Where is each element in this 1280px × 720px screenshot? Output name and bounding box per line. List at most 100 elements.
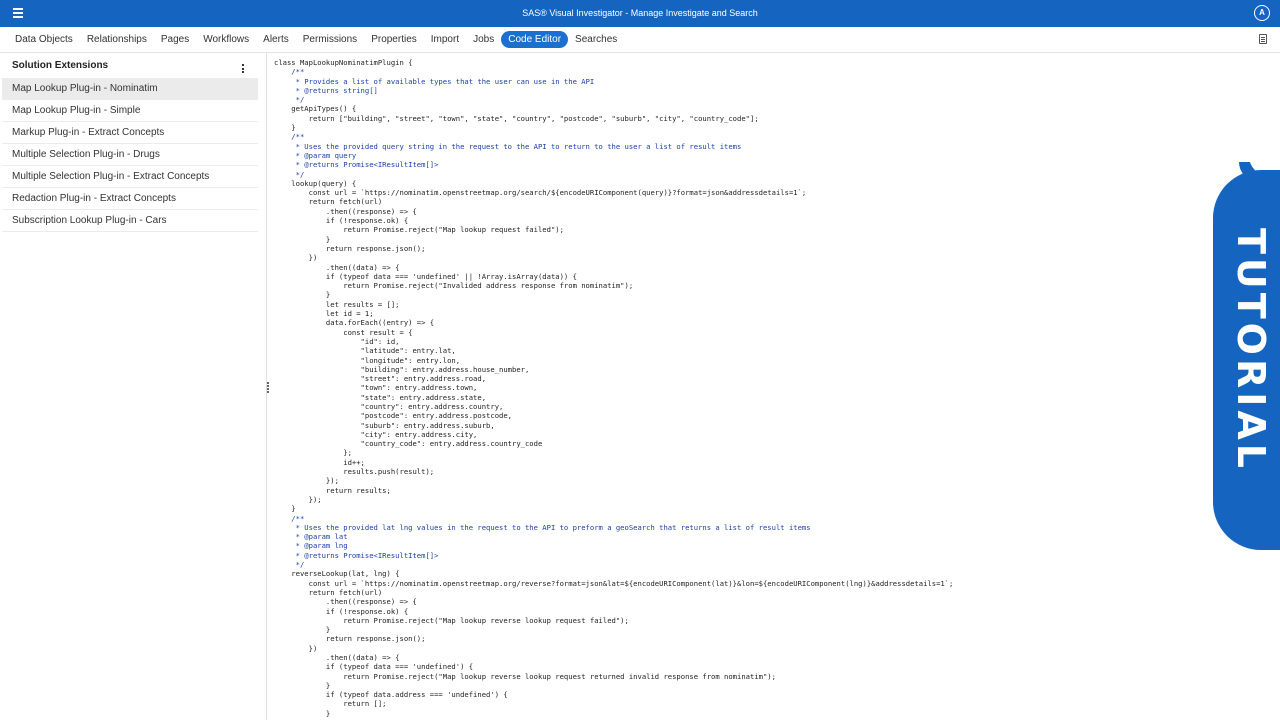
list-item[interactable]: Multiple Selection Plug-in - Drugs — [2, 144, 258, 166]
code-line: lookup(query) { — [274, 178, 357, 188]
code-line: const url = `https://nominatim.openstree… — [274, 578, 954, 588]
code-line: return ["building", "street", "town", "s… — [274, 113, 759, 123]
code-line: /** — [274, 67, 305, 77]
code-line: let results = []; — [274, 299, 400, 309]
tab-import[interactable]: Import — [424, 31, 466, 48]
code-line: return results; — [274, 485, 391, 495]
tab-data-objects[interactable]: Data Objects — [8, 31, 80, 48]
code-line: "street": entry.address.road, — [274, 374, 487, 384]
code-line: return Promise.reject("Map lookup revers… — [274, 671, 776, 681]
extension-list: Map Lookup Plug-in - Nominatim Map Looku… — [2, 78, 258, 232]
code-line: .then((response) => { — [274, 206, 417, 216]
code-line: "building": entry.address.house_number, — [274, 364, 530, 374]
code-line: }) — [274, 643, 318, 653]
code-line: "id": id, — [274, 336, 400, 346]
code-line: */ — [274, 95, 305, 105]
list-item[interactable]: Subscription Lookup Plug-in - Cars — [2, 210, 258, 232]
code-line: if (typeof data === 'undefined' || !Arra… — [274, 271, 577, 281]
code-line: return Promise.reject("Map lookup revers… — [274, 615, 629, 625]
tab-permissions[interactable]: Permissions — [296, 31, 364, 48]
code-line: } — [274, 708, 331, 718]
solution-extensions-panel: Solution Extensions Map Lookup Plug-in -… — [0, 53, 267, 720]
code-line: * Uses the provided lat lng values in th… — [274, 522, 811, 532]
list-item[interactable]: Redaction Plug-in - Extract Concepts — [2, 188, 258, 210]
tutorial-label: TUTORIAL — [1229, 227, 1273, 473]
code-line: */ — [274, 169, 305, 179]
code-line: if (typeof data === 'undefined') { — [274, 662, 474, 672]
code-line: if (!response.ok) { — [274, 606, 409, 616]
code-line: /** — [274, 513, 305, 523]
code-content: class MapLookupNominatimPlugin { /** * P… — [274, 58, 953, 718]
list-item[interactable]: Map Lookup Plug-in - Simple — [2, 100, 258, 122]
code-line: "state": entry.address.state, — [274, 392, 487, 402]
code-line: "latitude": entry.lat, — [274, 346, 456, 356]
code-line: } — [274, 680, 331, 690]
panel-title: Solution Extensions — [12, 60, 109, 71]
code-line: */ — [274, 560, 305, 570]
code-line: * @returns Promise<IResultItem[]> — [274, 160, 439, 170]
code-line: * Uses the provided query string in the … — [274, 141, 742, 151]
tab-pages[interactable]: Pages — [154, 31, 196, 48]
tab-properties[interactable]: Properties — [364, 31, 424, 48]
tab-relationships[interactable]: Relationships — [80, 31, 154, 48]
code-line: id++; — [274, 457, 365, 467]
tab-workflows[interactable]: Workflows — [196, 31, 256, 48]
code-line: getApiTypes() { — [274, 104, 357, 114]
tutorial-badge: TUTORIAL — [1213, 170, 1280, 550]
code-line: * @returns string[] — [274, 85, 378, 95]
app-title: SAS® Visual Investigator - Manage Invest… — [522, 8, 758, 18]
code-line: .then((data) => { — [274, 262, 400, 272]
code-line: results.push(result); — [274, 467, 435, 477]
code-line: * @param query — [274, 150, 357, 160]
list-item[interactable]: Markup Plug-in - Extract Concepts — [2, 122, 258, 144]
code-line: .then((data) => { — [274, 653, 400, 662]
code-editor[interactable]: class MapLookupNominatimPlugin { /** * P… — [270, 53, 1280, 720]
code-line: * @param lat — [274, 532, 348, 542]
code-line: const url = `https://nominatim.openstree… — [274, 188, 807, 198]
code-line: reverseLookup(lat, lng) { — [274, 569, 400, 579]
tab-searches[interactable]: Searches — [568, 31, 624, 48]
code-line: return Promise.reject("Map lookup reques… — [274, 225, 564, 235]
code-line: return response.json(); — [274, 243, 426, 253]
code-line: } — [274, 234, 331, 244]
code-line: /** — [274, 132, 305, 142]
code-line: "suburb": entry.address.suburb, — [274, 420, 495, 430]
code-line: }); — [274, 476, 339, 486]
code-line: "country_code": entry.address.country_co… — [274, 439, 543, 449]
code-line: "longitude": entry.lon, — [274, 355, 461, 365]
code-line: * Provides a list of available types tha… — [274, 76, 595, 86]
code-line: return fetch(url) — [274, 197, 383, 207]
user-avatar-icon[interactable]: A — [1254, 5, 1270, 21]
code-line: } — [274, 504, 296, 514]
code-line: const result = { — [274, 327, 413, 337]
code-line: if (typeof data.address === 'undefined')… — [274, 690, 508, 700]
main-nav-bar: Data Objects Relationships Pages Workflo… — [0, 27, 1280, 53]
code-line: * @param lng — [274, 541, 348, 551]
document-icon[interactable] — [1259, 34, 1267, 44]
list-item[interactable]: Map Lookup Plug-in - Nominatim — [2, 78, 258, 100]
list-item[interactable]: Multiple Selection Plug-in - Extract Con… — [2, 166, 258, 188]
code-line: return response.json(); — [274, 634, 426, 644]
code-line: .then((response) => { — [274, 597, 417, 607]
code-line: "country": entry.address.country, — [274, 401, 504, 411]
tab-code-editor[interactable]: Code Editor — [501, 31, 569, 48]
code-line: "city": entry.address.city, — [274, 429, 478, 439]
code-line: class MapLookupNominatimPlugin { — [274, 58, 413, 67]
tab-jobs[interactable]: Jobs — [466, 31, 501, 48]
code-line: * @returns Promise<IResultItem[]> — [274, 550, 439, 560]
code-line: } — [274, 625, 331, 635]
code-line: }) — [274, 253, 318, 263]
code-line: data.forEach((entry) => { — [274, 318, 435, 328]
code-line: let id = 1; — [274, 309, 374, 319]
code-line: "town": entry.address.town, — [274, 383, 478, 393]
code-line: }; — [274, 448, 352, 458]
tab-strip: Data Objects Relationships Pages Workflo… — [8, 31, 624, 48]
code-line: } — [274, 290, 331, 300]
code-line: if (!response.ok) { — [274, 216, 409, 226]
code-line: return []; — [274, 699, 387, 709]
code-line: "postcode": entry.address.postcode, — [274, 411, 512, 421]
app-title-bar: SAS® Visual Investigator - Manage Invest… — [0, 0, 1280, 27]
more-options-icon[interactable] — [242, 64, 245, 75]
code-line: return Promise.reject("Invalided address… — [274, 281, 634, 291]
tab-alerts[interactable]: Alerts — [256, 31, 296, 48]
